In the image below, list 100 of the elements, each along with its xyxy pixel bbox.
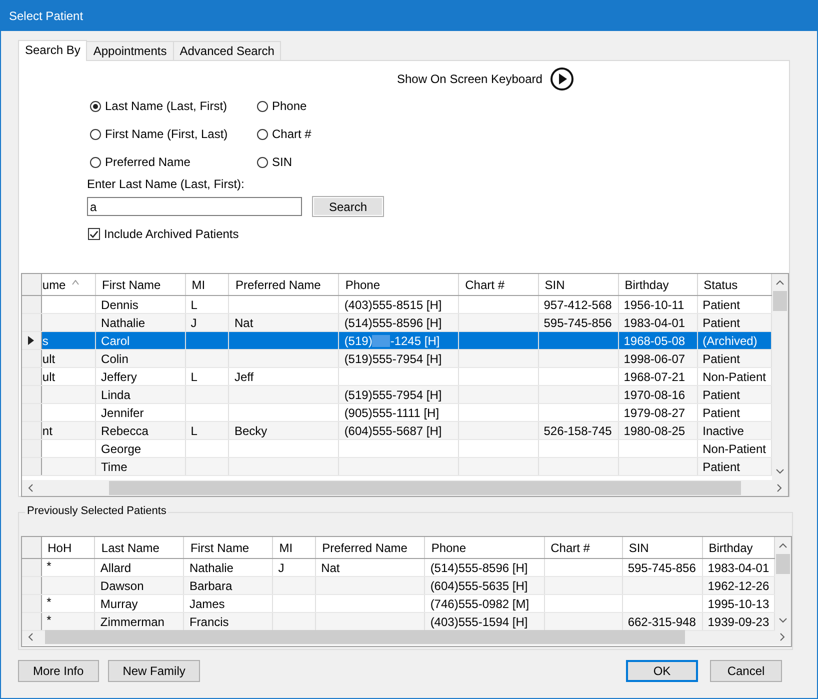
table-row[interactable]: Linda (519)555-7954 [H] 1970-08-16 Patient <box>22 386 772 404</box>
table-cell: J <box>278 560 284 574</box>
table-cell: 957-412-568 <box>544 298 612 312</box>
radio-option[interactable]: Preferred Name <box>90 154 190 170</box>
table-cell: J <box>190 316 197 330</box>
table-cell: Linda <box>101 388 130 402</box>
dialog-button[interactable]: New Family <box>108 660 200 682</box>
column-header[interactable]: Preferred Name <box>228 274 339 296</box>
column-header[interactable]: Birthday <box>618 274 698 296</box>
scroll-thumb[interactable] <box>773 291 788 311</box>
vertical-scrollbar[interactable] <box>775 537 791 629</box>
table-cell: 1983-04-01 <box>624 316 686 330</box>
table-cell: ult <box>42 370 56 384</box>
column-header[interactable]: ume <box>42 274 96 296</box>
horizontal-scrollbar[interactable] <box>22 480 788 496</box>
table-cell: George <box>101 442 142 456</box>
window-title: Select Patient <box>9 9 84 23</box>
table-cell: nt <box>42 424 52 438</box>
table-cell: (Archived) <box>702 334 758 348</box>
search-field[interactable]: a <box>87 197 302 216</box>
scroll-up-icon[interactable] <box>779 543 788 548</box>
column-header[interactable]: Phone <box>424 537 544 558</box>
scroll-right-icon[interactable] <box>777 484 782 492</box>
scroll-thumb[interactable] <box>109 481 741 495</box>
vertical-scrollbar[interactable] <box>772 274 788 480</box>
table-row[interactable]: Time Patient <box>22 458 772 476</box>
table-row[interactable]: ult Colin (519)555-7954 [H] 1998-06-07 Patient <box>22 350 772 368</box>
scroll-right-icon[interactable] <box>780 633 785 641</box>
dialog-button[interactable]: More Info <box>18 660 99 682</box>
table-row[interactable]: nt Rebecca L Becky (604)555-5687 [H] 526-158-745 1980-08-25 Inactive <box>22 422 772 440</box>
column-header[interactable]: SIN <box>538 274 618 296</box>
table-cell: * <box>46 613 52 627</box>
table-row[interactable]: * Zimmerman Francis (403)555-1594 [H] 662-315-948 1939-09-23 <box>22 612 775 630</box>
table-cell: (604)555-5635 [H] <box>430 578 528 592</box>
table-cell: Jeffery <box>101 370 137 384</box>
table-row[interactable]: Nathalie J Nat (514)555-8596 [H] 595-745-856 1983-04-01 Patient <box>22 314 772 332</box>
table-cell: ult <box>42 352 56 366</box>
column-header[interactable]: Last Name <box>94 537 184 558</box>
radio-option[interactable]: Last Name (Last, First) <box>90 98 228 114</box>
scroll-down-icon[interactable] <box>776 469 784 474</box>
current-row-icon <box>28 336 34 344</box>
table-cell: Zimmerman <box>100 614 164 628</box>
tab[interactable]: Search By <box>18 40 88 61</box>
table-cell: Colin <box>101 352 128 366</box>
column-header[interactable]: MI <box>185 274 229 296</box>
table-cell: (403)555-1594 [H] <box>430 614 528 628</box>
scroll-down-icon[interactable] <box>779 618 788 623</box>
tab[interactable]: Advanced Search <box>172 41 282 60</box>
horizontal-scrollbar[interactable] <box>22 629 791 645</box>
radio-option[interactable]: SIN <box>257 154 292 170</box>
table-cell: Becky <box>234 424 268 438</box>
column-header[interactable]: Preferred Name <box>316 537 425 558</box>
table-cell: (514)555-8596 [H] <box>430 560 528 574</box>
table-row[interactable]: Dawson Barbara (604)555-5635 [H] 1962-12-26 <box>22 576 775 594</box>
column-header[interactable]: Chart # <box>544 537 622 558</box>
search-button[interactable]: Search <box>312 196 384 217</box>
table-cell: Non-Patient <box>702 370 766 384</box>
table-cell: 1998-06-07 <box>624 352 686 366</box>
column-header[interactable]: Phone <box>338 274 459 296</box>
table-cell: L <box>190 424 198 438</box>
table-cell: Rebecca <box>101 424 148 438</box>
table-cell: 1968-07-21 <box>624 370 686 384</box>
radio-option[interactable]: Phone <box>257 98 307 114</box>
table-cell: 1980-08-25 <box>624 424 686 438</box>
column-header[interactable]: First Name <box>184 537 273 558</box>
table-cell: Patient <box>702 352 740 366</box>
radio-option[interactable]: First Name (First, Last) <box>90 126 228 142</box>
table-cell: Time <box>101 460 128 474</box>
row-header[interactable] <box>22 332 42 350</box>
radio-option[interactable]: Chart # <box>257 126 312 142</box>
column-header[interactable]: HoH <box>41 537 95 558</box>
table-cell: (403)555-8515 [H] <box>344 298 442 312</box>
table-cell: Patient <box>702 460 740 474</box>
dialog-button[interactable]: Cancel <box>710 660 782 682</box>
column-header[interactable]: Chart # <box>458 274 538 296</box>
table-cell: 1939-09-23 <box>708 614 770 628</box>
scroll-left-icon[interactable] <box>28 484 33 492</box>
scroll-left-icon[interactable] <box>28 633 33 641</box>
table-cell: (519)555-7954 [H] <box>344 388 442 402</box>
scroll-up-icon[interactable] <box>776 280 784 285</box>
dialog-button[interactable]: OK <box>626 660 698 682</box>
table-row[interactable]: s Carol (519) -1245 [H] 1968-05-08 (Archived) <box>22 332 772 350</box>
table-cell: James <box>189 596 225 610</box>
column-header[interactable]: Birthday <box>702 537 775 558</box>
column-header[interactable]: MI <box>272 537 316 558</box>
play-icon[interactable] <box>550 67 574 91</box>
column-header[interactable]: Status <box>697 274 772 296</box>
table-cell: Dennis <box>101 298 138 312</box>
table-cell: 1970-08-16 <box>624 388 686 402</box>
table-cell: 662-315-948 <box>628 614 696 628</box>
table-cell: Francis <box>189 614 229 628</box>
table-cell: 1956-10-11 <box>624 298 684 312</box>
table-cell: L <box>190 298 198 312</box>
scroll-thumb[interactable] <box>776 554 790 574</box>
column-header[interactable]: First Name <box>96 274 186 296</box>
scroll-thumb[interactable] <box>45 630 685 644</box>
tab[interactable]: Appointments <box>86 41 174 60</box>
archived-checkbox[interactable]: Include Archived Patients <box>21 227 239 241</box>
table-cell: s <box>42 334 48 348</box>
column-header[interactable]: SIN <box>622 537 702 558</box>
